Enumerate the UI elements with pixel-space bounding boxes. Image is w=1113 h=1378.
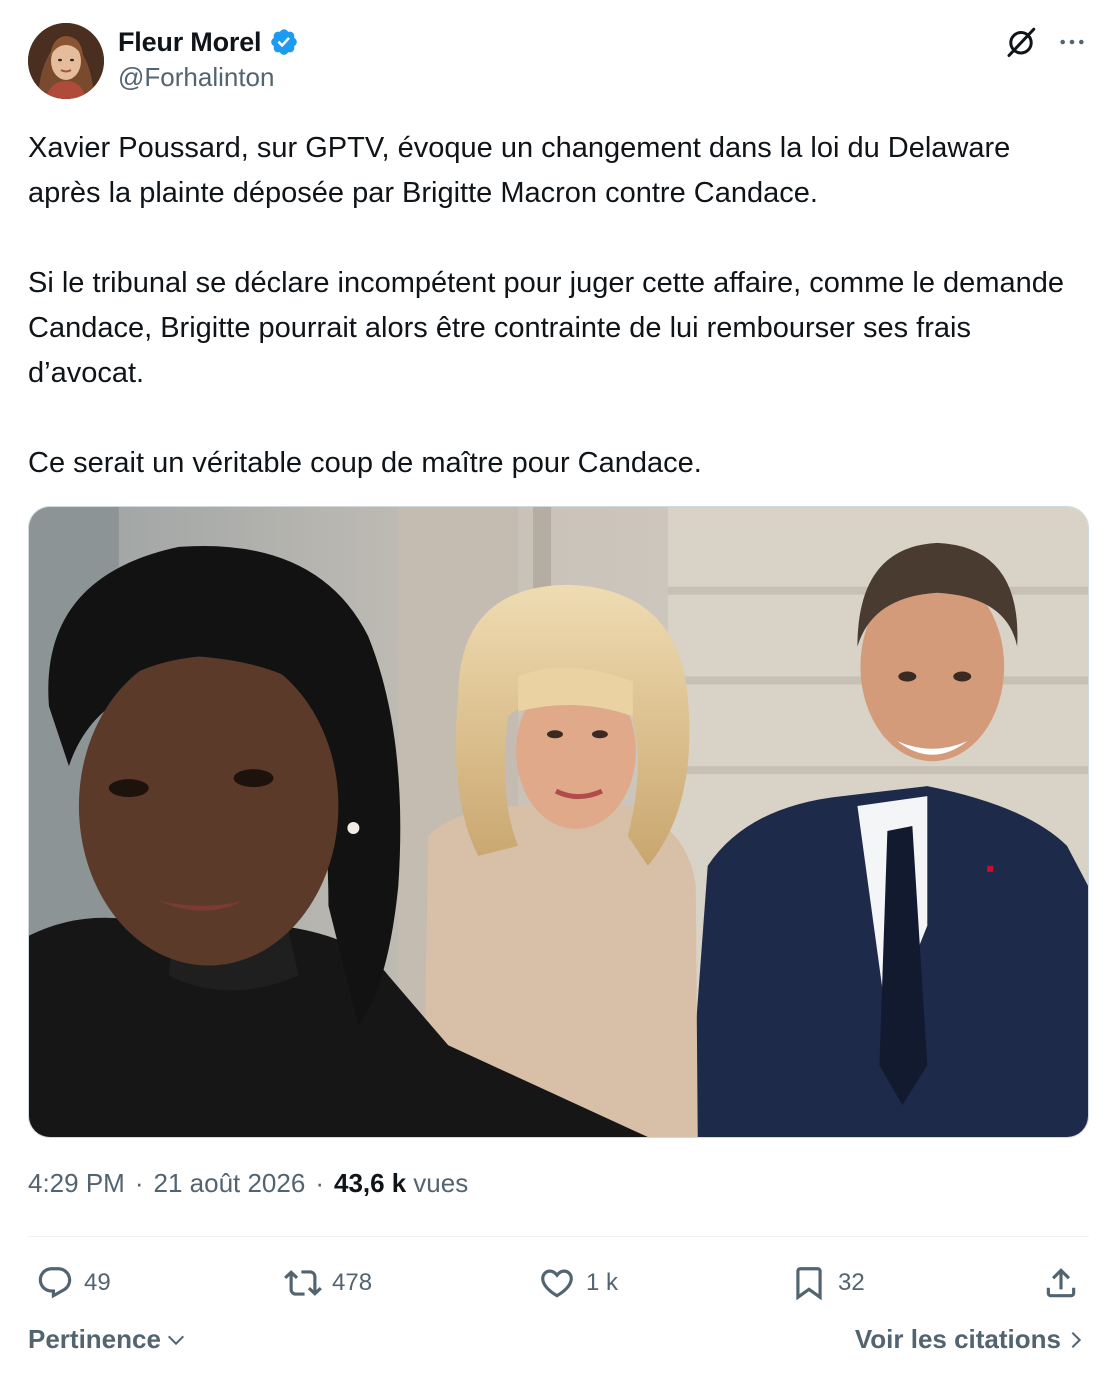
divider: [28, 1236, 1089, 1237]
grok-icon[interactable]: [1003, 24, 1039, 60]
reply-icon: [38, 1267, 72, 1299]
like-count: 1 k: [586, 1269, 619, 1296]
meta-separator: ·: [134, 1168, 144, 1198]
meta-separator: ·: [315, 1168, 324, 1198]
repost-count: 478: [332, 1269, 373, 1296]
views-count: 43,6 k: [333, 1168, 407, 1198]
author-block: Fleur Morel @Forhalinton: [118, 24, 299, 93]
chevron-right-icon: [1071, 1331, 1082, 1348]
sort-label: Pertinence: [28, 1324, 161, 1354]
tweet-detail: Fleur Morel @Forhalinton Xavier Poussard…: [0, 0, 1113, 1378]
verified-badge-icon: [271, 29, 298, 55]
like-button[interactable]: 1 k: [538, 1262, 618, 1304]
handle[interactable]: @Forhalinton: [118, 62, 299, 93]
more-icon[interactable]: [1056, 26, 1088, 58]
tweet-paragraph: Si le tribunal se déclare incompétent po…: [28, 267, 1064, 389]
repost-button[interactable]: 478: [284, 1262, 372, 1304]
chevron-down-icon: [167, 1335, 184, 1345]
tweet-photo[interactable]: [28, 506, 1089, 1138]
tweet-time[interactable]: 4:29 PM: [28, 1168, 125, 1199]
reply-button[interactable]: 49: [36, 1262, 111, 1304]
tweet-paragraph: Xavier Poussard, sur GPTV, évoque un cha…: [28, 132, 1011, 209]
tweet-text: Xavier Poussard, sur GPTV, évoque un cha…: [28, 126, 1088, 486]
bookmark-count: 32: [838, 1269, 865, 1296]
display-name[interactable]: Fleur Morel: [118, 27, 262, 58]
heart-icon: [541, 1269, 573, 1298]
share-icon: [1046, 1268, 1076, 1298]
tweet-paragraph: Ce serait un véritable coup de maître po…: [28, 447, 702, 479]
reply-count: 49: [84, 1269, 111, 1296]
sort-dropdown[interactable]: Pertinence: [28, 1324, 187, 1355]
view-quotes-label: Voir les citations: [854, 1324, 1061, 1354]
tweet-date[interactable]: 21 août 2026: [154, 1168, 306, 1199]
share-button[interactable]: [1042, 1262, 1080, 1304]
avatar[interactable]: [28, 23, 104, 99]
tweet-meta: 4:29 PM · 21 août 2026 · 43,6 k vues: [28, 1168, 468, 1199]
view-quotes-link[interactable]: Voir les citations: [855, 1324, 1087, 1355]
bookmark-button[interactable]: 32: [790, 1262, 865, 1304]
repost-icon: [284, 1270, 322, 1296]
bookmark-icon: [796, 1267, 822, 1301]
views-label: vues: [413, 1168, 469, 1198]
